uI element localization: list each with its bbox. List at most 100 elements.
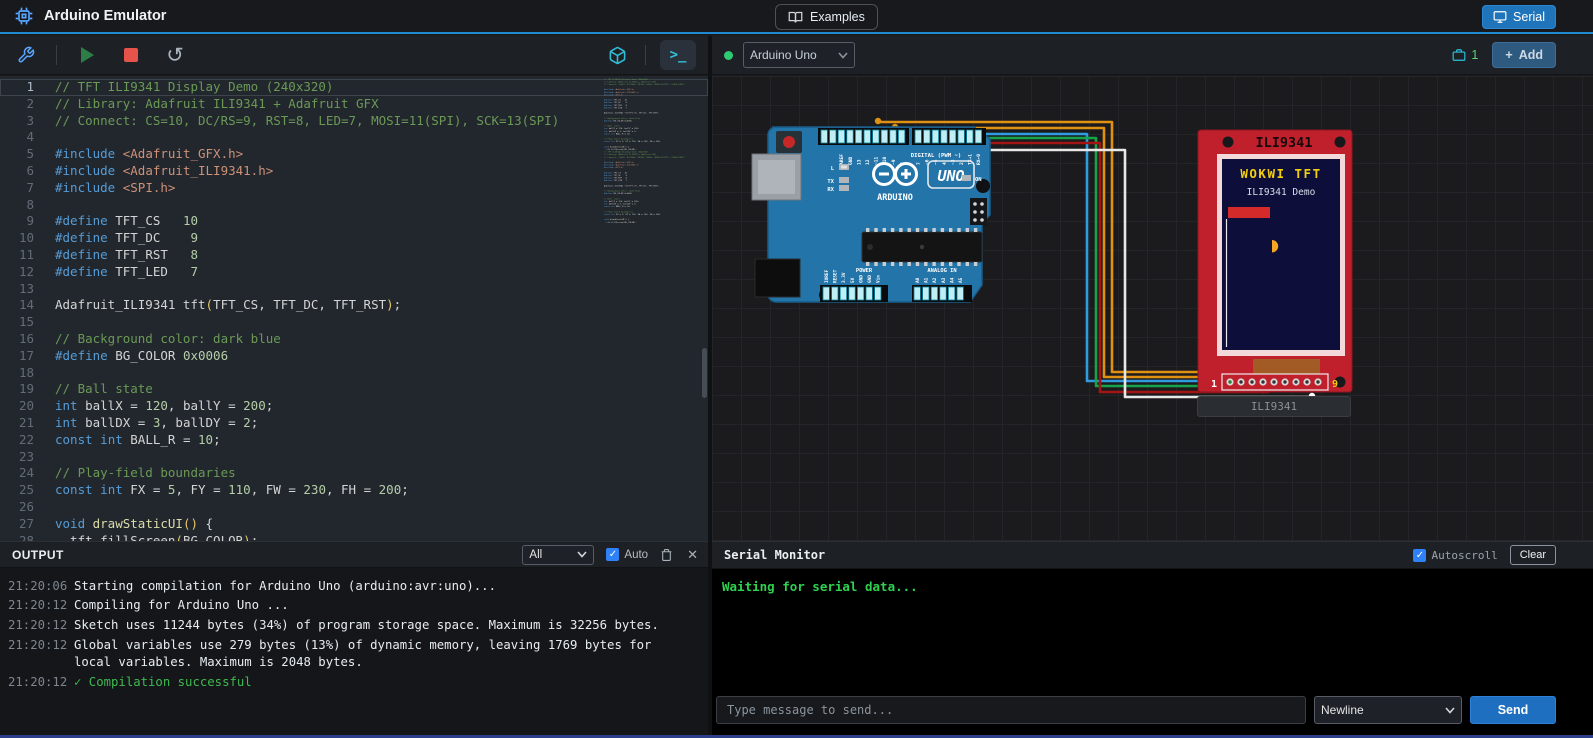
code-text: tft.fillScreen(BG_COLOR); [34,533,258,541]
app-header: Arduino Emulator Examples Serial [0,0,1593,34]
tft-pin9-label: 9 [1332,379,1338,390]
code-editor[interactable]: 1// TFT ILI9341 Display Demo (240x320)2/… [0,76,708,541]
diagram-toolbar: Arduino Uno 1 + Add [712,36,1593,75]
board-select[interactable]: Arduino Uno [743,42,855,68]
code-line[interactable]: 18 [0,365,708,382]
line-number: 10 [0,230,34,247]
parts-count-badge[interactable]: 1 [1452,48,1478,62]
close-output-icon[interactable]: ✕ [685,547,700,563]
code-line[interactable]: 7#include <SPI.h> [0,180,708,197]
digital-pin-label: GND [848,156,854,165]
send-button[interactable]: Send [1470,696,1556,724]
analog-header-label: ANALOG IN [927,268,956,274]
code-line[interactable]: 17#define BG_COLOR 0x0006 [0,348,708,365]
arduino-uno-board[interactable]: AREFGND1312~11~10~987~6~54~32TX→1RX←0 DI… [752,127,990,302]
running-status-dot [724,51,733,60]
code-text: #define TFT_RST 8 [34,247,198,264]
digital-pin-label: 2 [959,162,965,165]
code-line[interactable]: 16// Background color: dark blue [0,331,708,348]
code-line[interactable]: 10#define TFT_DC 9 [0,230,708,247]
log-timestamp: 21:20:12 [8,674,66,691]
code-line[interactable]: 21int ballDX = 3, ballDY = 2; [0,415,708,432]
line-number: 23 [0,449,34,466]
analog-pin-label: A3 [941,277,947,283]
board-model-label: UNO [937,167,964,185]
add-part-button[interactable]: + Add [1492,42,1556,68]
code-line[interactable]: 2// Library: Adafruit ILI9341 + Adafruit… [0,96,708,113]
code-line[interactable]: 19// Ball state [0,381,708,398]
serial-message-input[interactable] [716,696,1306,724]
code-line[interactable]: 26 [0,499,708,516]
code-line[interactable]: 11#define TFT_RST 8 [0,247,708,264]
code-line[interactable]: 22const int BALL_R = 10; [0,432,708,449]
code-lines: 1// TFT ILI9341 Display Demo (240x320)2/… [0,76,708,541]
code-text: const int BALL_R = 10; [34,432,221,449]
output-log-line: 21:20:12Compiling for Arduino Uno ... [8,596,700,616]
line-number: 15 [0,314,34,331]
code-line[interactable]: 9#define TFT_CS 10 [0,213,708,230]
serial-output-text: Waiting for serial data... [712,569,1593,604]
digital-pin-label: 12 [865,159,871,165]
code-line[interactable]: 1// TFT ILI9341 Display Demo (240x320) [0,79,708,96]
auto-checkbox[interactable]: ✓ [606,548,619,561]
power-pin-label: 3.3V [841,272,847,283]
terminal-icon: >_ [670,47,687,63]
code-line[interactable]: 14Adafruit_ILI9341 tft(TFT_CS, TFT_DC, T… [0,297,708,314]
ili9341-display[interactable]: ILI9341 WOKWI TFT ILI9341 Demo 1 9 [1198,130,1352,392]
power-pin-label: GND [858,275,864,283]
digital-pin-label: RX←0 [976,154,982,165]
analog-pin-label: A2 [932,277,938,283]
code-line[interactable]: 27void drawStaticUI() { [0,516,708,533]
app-title: Arduino Emulator [44,8,166,24]
stop-button[interactable] [117,41,145,69]
code-line[interactable]: 5#include <Adafruit_GFX.h> [0,146,708,163]
code-text: void drawStaticUI() { [34,516,213,533]
line-number: 14 [0,297,34,314]
plus-icon: + [1505,48,1512,62]
serial-monitor-controls: ✓ Autoscroll Clear [1413,545,1556,565]
serial-button[interactable]: Serial [1482,5,1556,29]
code-line[interactable]: 6#include <Adafruit_ILI9341.h> [0,163,708,180]
code-text [34,197,55,214]
diagram-canvas[interactable]: AREFGND1312~11~10~987~6~54~32TX→1RX←0 DI… [712,76,1593,541]
restart-button[interactable]: ↺ [161,41,189,69]
tft-red-bar [1228,207,1270,218]
autoscroll-checkbox[interactable]: ✓ [1413,549,1426,562]
app-title-group: Arduino Emulator [0,6,166,26]
code-line[interactable]: 12#define TFT_LED 7 [0,264,708,281]
run-button[interactable] [73,41,101,69]
book-icon [788,10,803,25]
code-line[interactable]: 28 tft.fillScreen(BG_COLOR); [0,533,708,541]
code-line[interactable]: 13 [0,281,708,298]
clear-button[interactable]: Clear [1510,545,1556,565]
code-text [34,365,55,382]
code-line[interactable]: 24// Play-field boundaries [0,465,708,482]
code-line[interactable]: 20int ballX = 120, ballY = 200; [0,398,708,415]
editor-scrollbar[interactable] [700,76,708,541]
code-text: // Connect: CS=10, DC/RS=9, RST=8, LED=7… [34,113,559,130]
output-filter-select[interactable]: All [522,545,594,565]
code-text [34,129,55,146]
code-line[interactable]: 23 [0,449,708,466]
line-ending-select[interactable]: Newline [1314,696,1462,724]
serial-button-label: Serial [1513,10,1545,24]
power-pin-label: 5V [850,277,856,283]
library-manager-button[interactable] [603,41,631,69]
code-line[interactable]: 15 [0,314,708,331]
briefcase-icon [1452,48,1466,62]
tft-screen-line2: ILI9341 Demo [1247,187,1316,198]
code-line[interactable]: 3// Connect: CS=10, DC/RS=9, RST=8, LED=… [0,113,708,130]
editor-scrollbar-thumb[interactable] [702,348,707,398]
line-number: 1 [0,79,34,96]
line-number: 8 [0,197,34,214]
examples-button[interactable]: Examples [775,4,878,30]
output-log-line: 21:20:12Global variables use 279 bytes (… [8,636,700,673]
editor-minimap[interactable]: // TFT ILI9341 Display Demo (240x320)// … [604,78,698,538]
tools-button[interactable] [12,41,40,69]
terminal-toggle-button[interactable]: >_ [660,40,696,70]
line-number: 17 [0,348,34,365]
trash-icon[interactable] [660,548,673,562]
code-line[interactable]: 25const int FX = 5, FY = 110, FW = 230, … [0,482,708,499]
code-line[interactable]: 8 [0,197,708,214]
code-line[interactable]: 4 [0,129,708,146]
